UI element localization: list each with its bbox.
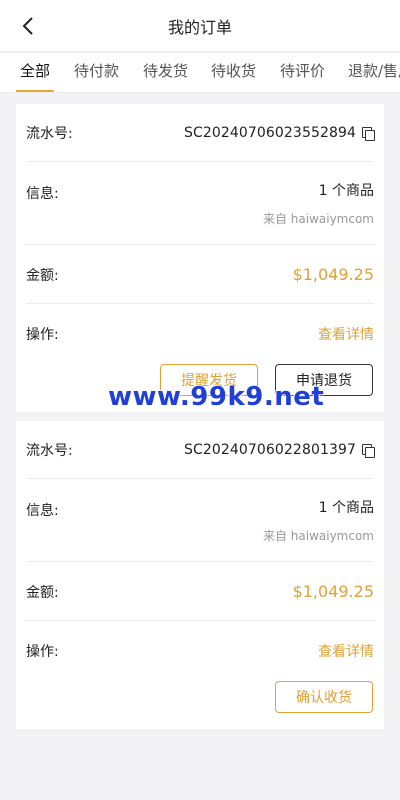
tab-pending-shipment[interactable]: 待发货 — [139, 53, 192, 92]
info-row: 信息: 1 个商品 来自 haiwaiymcom — [26, 163, 374, 245]
tab-refund-aftersale[interactable]: 退款/售后 — [344, 53, 400, 92]
item-count: 1 个商品 — [318, 500, 374, 516]
item-count: 1 个商品 — [318, 183, 374, 199]
view-details-link[interactable]: 查看详情 — [318, 641, 374, 661]
page-title: 我的订单 — [167, 17, 232, 37]
operations-label: 操作: — [26, 644, 59, 660]
tab-pending-review[interactable]: 待评价 — [276, 53, 329, 92]
order-card: 流水号: SC20240706023552894 信息: 1 个商品 来自 ha… — [16, 104, 384, 412]
tab-all[interactable]: 全部 — [16, 53, 55, 92]
amount-value: $1,049.25 — [292, 265, 374, 284]
amount-label: 金额: — [26, 584, 59, 601]
watermark: www.99k9.net — [108, 382, 325, 412]
info-label: 信息: — [26, 503, 59, 519]
info-row: 信息: 1 个商品 来自 haiwaiymcom — [26, 480, 374, 562]
confirm-receipt-button[interactable]: 确认收货 — [275, 681, 373, 713]
tab-pending-payment[interactable]: 待付款 — [70, 53, 123, 92]
view-details-link[interactable]: 查看详情 — [318, 324, 374, 344]
info-label: 信息: — [26, 186, 59, 202]
amount-label: 金额: — [26, 267, 59, 284]
tab-pending-receipt[interactable]: 待收货 — [207, 53, 260, 92]
order-card: 流水号: SC20240706022801397 信息: 1 个商品 来自 ha… — [16, 421, 384, 729]
serial-label: 流水号: — [26, 442, 73, 459]
back-button[interactable] — [14, 12, 42, 40]
serial-label: 流水号: — [26, 125, 73, 142]
serial-number: SC20240706023552894 — [184, 124, 356, 141]
source-text: 来自 haiwaiymcom — [262, 529, 374, 543]
copy-icon[interactable] — [362, 126, 375, 141]
serial-number: SC20240706022801397 — [184, 441, 356, 458]
serial-row: 流水号: SC20240706023552894 — [26, 104, 375, 162]
amount-value: $1,049.25 — [292, 582, 374, 601]
operations-label: 操作: — [26, 327, 59, 343]
app-header: 我的订单 — [0, 0, 400, 52]
chevron-left-icon — [22, 17, 33, 35]
serial-row: 流水号: SC20240706022801397 — [26, 421, 375, 479]
order-tabs: 全部 待付款 待发货 待收货 待评价 退款/售后 — [0, 53, 400, 93]
amount-row: 金额: $1,049.25 — [26, 563, 374, 621]
operations-row: 操作: 查看详情 — [26, 305, 374, 363]
copy-icon[interactable] — [362, 443, 375, 458]
operations-row: 操作: 查看详情 — [26, 622, 374, 680]
amount-row: 金额: $1,049.25 — [26, 246, 374, 304]
source-text: 来自 haiwaiymcom — [262, 212, 374, 226]
